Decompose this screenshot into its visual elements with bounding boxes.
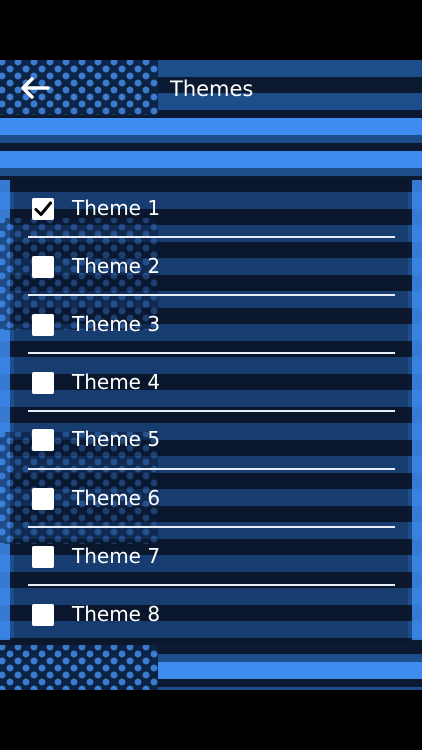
theme-option-8[interactable]: Theme 8 — [14, 586, 408, 644]
theme-label: Theme 3 — [72, 312, 161, 336]
page-title: Themes — [170, 77, 254, 101]
theme-checkbox[interactable] — [32, 429, 54, 451]
theme-checkbox[interactable] — [32, 604, 54, 626]
accent-band-2 — [0, 151, 422, 168]
theme-checkbox[interactable] — [32, 488, 54, 510]
accent-band-3 — [158, 662, 422, 679]
theme-label: Theme 8 — [72, 602, 161, 626]
theme-option-3[interactable]: Theme 3 — [14, 296, 408, 354]
theme-option-1[interactable]: Theme 1 — [14, 180, 408, 238]
theme-label: Theme 4 — [72, 370, 161, 394]
theme-label: Theme 5 — [72, 427, 161, 451]
theme-option-5[interactable]: Theme 5 — [14, 411, 408, 469]
theme-checkbox[interactable] — [32, 372, 54, 394]
theme-option-2[interactable]: Theme 2 — [14, 238, 408, 296]
theme-label: Theme 2 — [72, 254, 161, 278]
theme-checkbox[interactable] — [32, 546, 54, 568]
back-button[interactable] — [14, 72, 54, 104]
right-accent-strip — [412, 180, 422, 640]
theme-option-6[interactable]: Theme 6 — [14, 470, 408, 528]
arrow-left-icon — [21, 77, 50, 99]
theme-checkbox[interactable] — [32, 314, 54, 336]
top-bar: Themes — [0, 60, 422, 118]
theme-label: Theme 7 — [72, 544, 161, 568]
theme-option-7[interactable]: Theme 7 — [14, 528, 408, 586]
accent-band-1 — [0, 118, 422, 135]
theme-label: Theme 1 — [72, 196, 161, 220]
theme-label: Theme 6 — [72, 486, 161, 510]
star-field-bottom — [0, 645, 158, 690]
theme-option-4[interactable]: Theme 4 — [14, 354, 408, 412]
theme-checkbox[interactable] — [32, 256, 54, 278]
theme-checkbox[interactable] — [32, 198, 54, 220]
check-icon — [34, 201, 52, 216]
